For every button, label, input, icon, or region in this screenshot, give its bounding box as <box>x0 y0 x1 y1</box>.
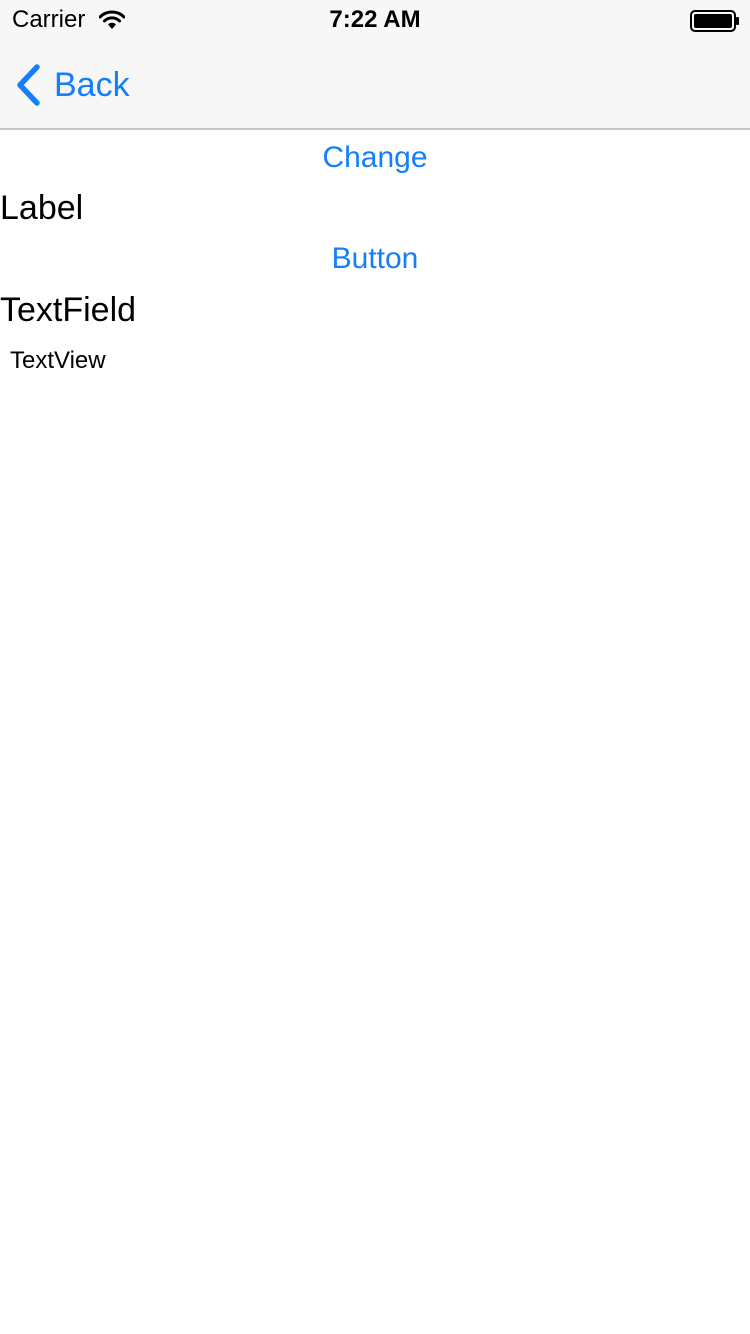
back-button-label: Back <box>54 66 130 104</box>
battery-full-icon <box>690 10 739 32</box>
back-button[interactable]: Back <box>14 58 130 112</box>
main-button[interactable]: Button <box>0 239 750 279</box>
label-text: Label <box>0 189 84 227</box>
status-time: 7:22 AM <box>329 6 421 33</box>
chevron-left-icon <box>17 64 40 106</box>
change-button[interactable]: Change <box>0 138 750 178</box>
navigation-bar: Carrier 7:22 AM Back <box>0 0 750 130</box>
app-screen: Carrier 7:22 AM Back Change Label Button <box>0 0 750 1334</box>
text-field[interactable] <box>0 288 750 332</box>
main-content: Change Label Button TextView <box>0 130 750 1334</box>
status-bar: Carrier 7:22 AM <box>0 0 750 40</box>
text-view[interactable]: TextView <box>0 342 750 410</box>
